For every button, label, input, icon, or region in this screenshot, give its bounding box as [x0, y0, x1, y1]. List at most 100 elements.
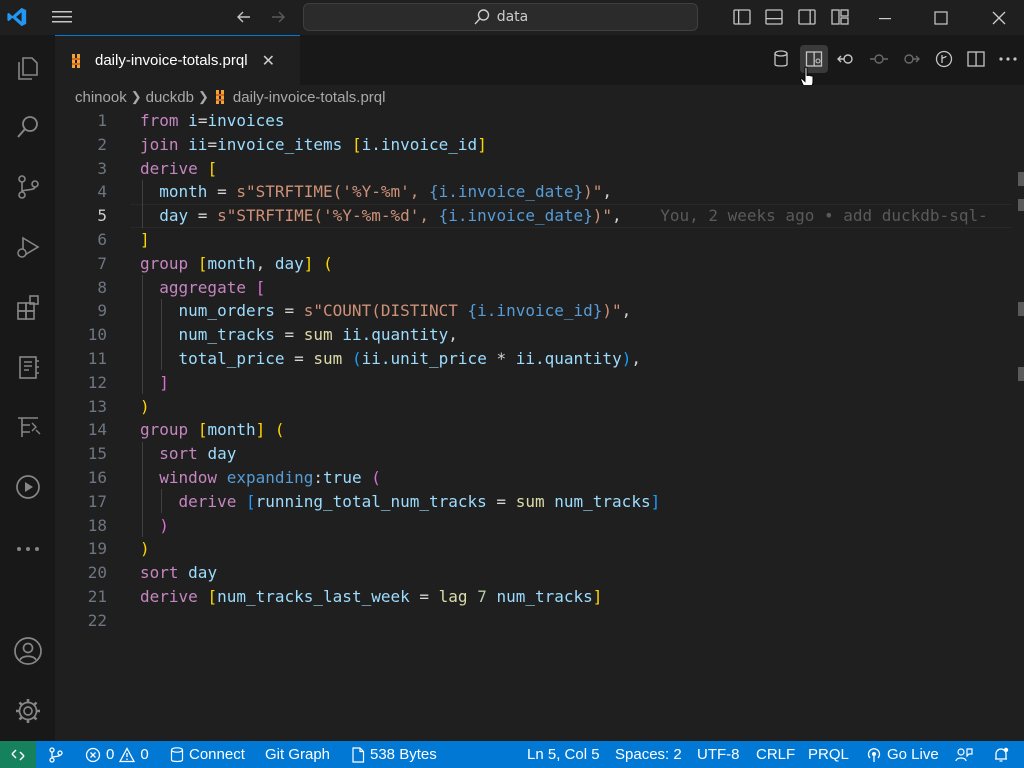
source-control-icon: [49, 746, 63, 763]
remote-indicator[interactable]: [0, 741, 36, 768]
manage-gear-icon[interactable]: [0, 687, 55, 735]
chevron-right-icon: ❯: [197, 89, 209, 104]
previous-commit-icon[interactable]: [865, 45, 893, 73]
git-blame-annotation: You, 2 weeks ago • add duckdb-sql-: [660, 206, 988, 226]
git-graph-button[interactable]: Git Graph: [265, 741, 330, 768]
vscode-logo-icon: [3, 4, 31, 30]
command-center-search[interactable]: data: [303, 3, 698, 31]
eol-indicator[interactable]: CRLF: [756, 741, 795, 768]
accounts-icon[interactable]: [0, 627, 55, 675]
broadcast-icon: [867, 747, 881, 762]
database-icon[interactable]: [767, 45, 795, 73]
breadcrumb-item[interactable]: daily-invoice-totals.prql: [233, 89, 386, 106]
problems-indicator[interactable]: 0 0: [85, 741, 149, 768]
tab-close-icon[interactable]: ✕: [262, 51, 275, 70]
code-line: 2 join ii=invoice_items [i.invoice_id]: [97, 134, 487, 154]
code-line-current: 5 day = s"STRFTIME('%Y-%m-%d', {i.invoic…: [97, 206, 988, 226]
search-text: data: [496, 9, 529, 25]
warning-icon: [119, 746, 136, 762]
tab-daily-invoice-totals[interactable]: daily-invoice-totals.prql ✕: [55, 35, 300, 85]
database-icon: [170, 746, 184, 762]
code-line: 11 total_price = sum (ii.unit_price * ii…: [87, 349, 641, 368]
testing-icon[interactable]: [0, 403, 55, 451]
language-mode[interactable]: PRQL: [808, 741, 849, 768]
code-line: 7 group [month, day] (: [97, 253, 333, 273]
feedback-button[interactable]: [955, 741, 973, 768]
scrollbar-marker: [1018, 367, 1024, 381]
eol-label: CRLF: [756, 746, 796, 763]
code-line: 14 group [month] (: [87, 420, 285, 440]
explorer-icon[interactable]: [0, 43, 55, 91]
open-changes-icon[interactable]: [832, 45, 860, 73]
customize-layout-icon[interactable]: [826, 4, 854, 30]
run-icon[interactable]: [0, 463, 55, 511]
language-label: PRQL: [808, 746, 849, 763]
indentation-label: Spaces: 2: [615, 746, 682, 763]
bell-icon: [995, 747, 1009, 762]
tab-label: daily-invoice-totals.prql: [95, 52, 248, 69]
chevron-right-icon: ❯: [130, 89, 142, 104]
go-live-button[interactable]: Go Live: [866, 741, 939, 768]
remote-icon: [11, 748, 25, 761]
code-editor[interactable]: 1 from i=invoices 2 join ii=invoice_items …: [55, 109, 1024, 741]
git-branch-indicator[interactable]: [48, 741, 64, 768]
git-lens-icon[interactable]: [930, 45, 958, 73]
cursor-position[interactable]: Ln 5, Col 5: [527, 741, 600, 768]
code-line: 13): [87, 396, 150, 416]
indentation-indicator[interactable]: Spaces: 2: [615, 741, 682, 768]
notifications-button[interactable]: [993, 741, 1009, 768]
code-line: 10 num_tracks = sum ii.quantity,: [87, 325, 458, 345]
encoding-indicator[interactable]: UTF-8: [697, 741, 740, 768]
code-line: 19): [87, 539, 150, 559]
minimize-icon[interactable]: [862, 0, 908, 35]
back-arrow-icon[interactable]: [230, 4, 258, 30]
status-bar: 0 0 Connect Git Graph 538 Bytes Ln 5, Co…: [0, 741, 1024, 768]
connect-label: Connect: [189, 746, 245, 763]
git-graph-label: Git Graph: [265, 746, 331, 763]
prql-file-icon: [72, 53, 80, 68]
title-bar: data: [0, 0, 1024, 35]
connect-button[interactable]: Connect: [170, 741, 245, 768]
tab-bar: daily-invoice-totals.prql ✕: [55, 35, 1024, 85]
run-debug-icon[interactable]: [0, 223, 55, 271]
go-live-label: Go Live: [887, 746, 939, 763]
source-control-icon[interactable]: [0, 163, 55, 211]
code-line: 9 num_orders = s"COUNT(DISTINCT {i.invoi…: [97, 301, 632, 321]
menu-icon[interactable]: [48, 4, 76, 30]
scrollbar-marker: [1018, 302, 1024, 316]
breadcrumb-item[interactable]: duckdb: [146, 89, 194, 106]
encoding-label: UTF-8: [697, 746, 740, 763]
code-line: 12 ]: [87, 372, 169, 392]
code-line: 21 derive [num_tracks_last_week = lag 7 n…: [87, 587, 603, 606]
code-line: 22: [87, 610, 107, 630]
file-size-label: 538 Bytes: [370, 746, 437, 763]
extensions-icon[interactable]: [0, 283, 55, 331]
close-icon[interactable]: [976, 0, 1022, 35]
forward-arrow-icon[interactable]: [264, 4, 292, 30]
file-size-indicator[interactable]: 538 Bytes: [351, 741, 437, 768]
feedback-icon: [955, 747, 973, 761]
code-line: 20 sort day: [87, 563, 218, 583]
toggle-secondary-sidebar-icon[interactable]: [793, 4, 821, 30]
prql-file-icon: [215, 90, 224, 104]
code-line: 17 derive [running_total_num_tracks = su…: [87, 491, 661, 511]
breadcrumb-item[interactable]: chinook: [75, 89, 127, 106]
code-line: 16 window expanding:true (: [87, 468, 381, 487]
code-line: 18 ): [87, 515, 169, 535]
code-line: 15 sort day: [87, 444, 237, 464]
maximize-icon[interactable]: [918, 0, 964, 35]
breadcrumb: chinook ❯ duckdb ❯ daily-invoice-totals.…: [55, 85, 1024, 109]
more-actions-icon[interactable]: [994, 45, 1022, 73]
split-editor-icon[interactable]: [962, 45, 990, 73]
next-commit-icon[interactable]: [897, 45, 925, 73]
notebook-icon[interactable]: [0, 343, 55, 391]
toggle-primary-sidebar-icon[interactable]: [728, 4, 756, 30]
toggle-panel-icon[interactable]: [760, 4, 788, 30]
scrollbar-marker: [1018, 172, 1024, 186]
more-icon[interactable]: [0, 525, 55, 573]
cursor-position-label: Ln 5, Col 5: [527, 746, 600, 763]
code-line: 6]: [97, 230, 150, 249]
search-icon[interactable]: [0, 103, 55, 151]
error-icon: [85, 747, 101, 762]
file-icon: [352, 746, 365, 763]
